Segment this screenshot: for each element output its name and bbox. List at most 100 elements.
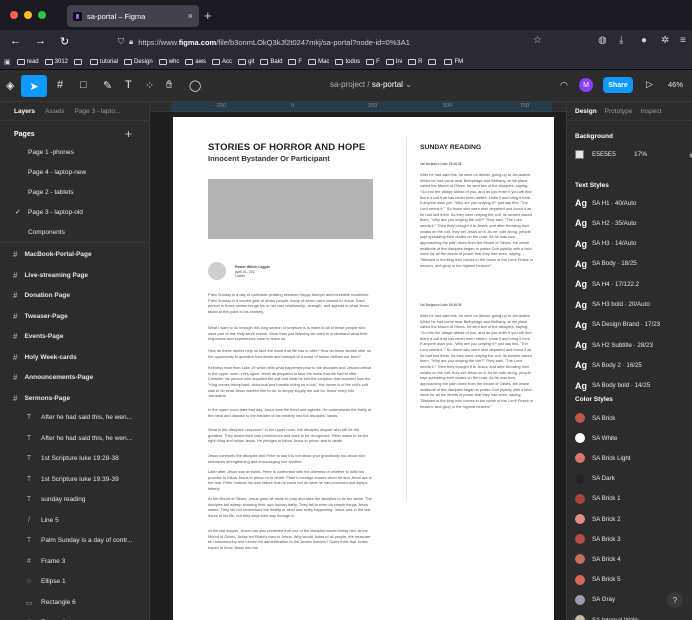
frame-tool-icon[interactable]: # [57, 79, 63, 91]
file-breadcrumb[interactable]: sa-project / sa-portal ⌄ [330, 80, 412, 89]
color-style-item[interactable]: SA Brick [575, 413, 615, 423]
bookmark-item[interactable]: git [238, 58, 254, 65]
tab-design[interactable]: Design [575, 108, 597, 115]
present-icon[interactable]: ▷ [646, 79, 653, 90]
resources-icon[interactable]: ⁘ [145, 79, 154, 92]
comment-icon[interactable]: ◯ [189, 79, 201, 92]
body-paragraph[interactable]: Kirkness read from Luke 19 which tells w… [208, 365, 373, 399]
bookmark-item[interactable]: tutorial [90, 58, 118, 65]
bookmark-item[interactable] [74, 58, 84, 65]
layer-frame[interactable]: # Sermons-Page [13, 394, 70, 403]
help-button[interactable]: ? [667, 592, 683, 608]
layer-child[interactable]: T 1st Scripture luke 19:39-39 [25, 476, 119, 483]
text-style-item[interactable]: Ag SA H4 · 17/122.2 [575, 279, 639, 289]
layer-child[interactable]: Tsunday reading [25, 496, 86, 503]
tab-page-selector[interactable]: Page 3 - lapto... [74, 108, 120, 115]
browser-tab[interactable]: sa-portal – Figma × [67, 5, 199, 27]
bookmark-item[interactable] [428, 58, 438, 65]
text-style-item[interactable]: Ag SA Body · 18/25 [575, 259, 637, 269]
color-style-item[interactable]: SA Brick 4 [575, 554, 621, 565]
scripture-reference-2[interactable]: 1st Scripture Luke 19:39-39 [420, 303, 461, 307]
account-icon[interactable]: ● [641, 35, 647, 46]
url-bar[interactable]: ⛉ 🔒︎ https://www. figma.com/file/b3onmLOk… [118, 34, 552, 50]
background-fill-row[interactable]: E5E5E5 17% ◉ [575, 150, 692, 159]
bookmark-star-icon[interactable]: ☆ [533, 35, 542, 46]
tab-inspect[interactable]: Inspect [641, 108, 662, 115]
tab-close-icon[interactable]: × [188, 11, 193, 21]
color-style-item[interactable]: SA Brick 1 [575, 493, 621, 504]
text-style-item[interactable]: Ag SA Body bold · 14/25 [575, 381, 650, 391]
color-style-item[interactable]: SA White [575, 433, 617, 444]
forward-arrow-icon[interactable]: → [35, 35, 46, 47]
doc-title[interactable]: STORIES OF HORROR AND HOPE [208, 142, 365, 153]
sermons-page-frame[interactable]: STORIES OF HORROR AND HOPE Innocent Byst… [173, 117, 554, 620]
tab-prototype[interactable]: Prototype [605, 108, 633, 115]
background-hex[interactable]: E5E5E5 [592, 151, 626, 158]
extensions-icon[interactable]: ✲ [661, 35, 669, 46]
layer-child[interactable]: T After he had said this, he wen... [25, 435, 132, 442]
layer-child[interactable]: T Palm Sunday is a day of contr... [25, 537, 133, 544]
text-style-item[interactable]: Ag SA H2 · 35/Auto [575, 218, 636, 228]
bookmark-item[interactable]: Ini [385, 58, 402, 65]
body-paragraph[interactable]: What is the disciples' response? In the … [208, 427, 373, 444]
color-style-item[interactable]: SA Internal Walls [575, 615, 639, 620]
body-paragraph[interactable]: Palm Sunday is a day of contrasts: prais… [208, 292, 373, 315]
design-canvas[interactable]: -200 0 250 500 750 STORIES OF HORROR AND… [150, 102, 566, 620]
scripture-reading-1[interactable]: After he had said this, he went on ahead… [420, 172, 533, 268]
body-paragraph[interactable]: What I want to do through this long sect… [208, 325, 373, 342]
body-paragraph[interactable]: At the Mount of Olives, Jesus goes off a… [208, 496, 373, 519]
layer-frame[interactable]: # Holy Week-cards [13, 353, 77, 362]
bookmark-item[interactable]: FM [444, 58, 463, 65]
window-maximize-button[interactable] [38, 11, 46, 19]
share-button[interactable]: Share [603, 77, 633, 93]
text-style-item[interactable]: Ag SA Design Brand · 17/23 [575, 320, 660, 330]
download-icon[interactable]: ⤓ [619, 35, 623, 46]
body-paragraph[interactable]: In the upper room later that day, Jesus … [208, 407, 373, 418]
layer-child[interactable]: / Line 5 [25, 517, 59, 524]
bookmark-item[interactable]: read [16, 58, 39, 65]
layer-frame[interactable]: # Events-Page [13, 332, 63, 341]
bookmark-item[interactable]: aws [185, 58, 206, 65]
bookmark-item[interactable]: Design [124, 58, 153, 65]
layer-frame[interactable]: # Donation Page [13, 291, 70, 300]
layer-child[interactable]: T After he had said this, he wen... [25, 414, 132, 421]
bookmark-item[interactable]: Bald [260, 58, 282, 65]
color-style-item[interactable]: SA Dark [575, 473, 615, 484]
layer-frame[interactable]: # MacBook-Portal-Page [13, 250, 92, 259]
reload-icon[interactable]: ↻ [60, 35, 69, 48]
page-item[interactable]: Page 2 - tablets [28, 189, 74, 196]
page-item[interactable]: Page 4 - laptop-new [28, 169, 86, 176]
body-paragraph[interactable]: At the last supper, Jesus had also predi… [208, 528, 373, 551]
window-minimize-button[interactable] [24, 11, 32, 19]
column-divider-line[interactable] [406, 137, 407, 501]
add-page-icon[interactable]: + [125, 127, 132, 141]
author-avatar[interactable] [208, 262, 226, 280]
hand-tool-icon[interactable]: ✋︎ [166, 79, 172, 92]
pocket-icon[interactable]: ◍ [598, 35, 607, 46]
author-info[interactable]: Pastor Which Leggin April 01, 202 Luther [235, 265, 270, 279]
bookmark-item[interactable]: 3012 [44, 58, 68, 65]
body-paragraph[interactable]: Jesus confronts the disciples and Peter … [208, 453, 373, 464]
text-style-item[interactable]: Ag SA H1 · 40/Auto [575, 198, 636, 208]
body-paragraph[interactable]: Later after Jesus was arrested, Peter is… [208, 469, 373, 492]
bookmark-item[interactable]: F [366, 58, 380, 65]
color-style-item[interactable]: SA Gray [575, 594, 615, 605]
color-style-item[interactable]: SA Brick 5 [575, 574, 621, 585]
layer-frame[interactable]: # Announcements-Page [13, 373, 93, 382]
image-placeholder[interactable] [208, 179, 373, 239]
layer-child[interactable]: # Frame 3 [25, 558, 65, 565]
bookmark-item[interactable]: todos [335, 58, 360, 65]
bookmarks-folder-icon[interactable]: ▣ [4, 58, 11, 66]
text-style-item[interactable]: Ag SA H3 bold · 20/Auto [575, 300, 650, 310]
tab-assets[interactable]: Assets [45, 108, 65, 115]
page-item[interactable]: Components [28, 229, 65, 236]
avatar[interactable]: M [579, 78, 593, 92]
bookmark-item[interactable]: whc [158, 58, 179, 65]
color-style-item[interactable]: SA Brick 3 [575, 534, 621, 545]
layer-child[interactable]: ▭ Rectangle 6 [25, 599, 76, 607]
figma-menu-icon[interactable]: ◈ [6, 79, 14, 92]
shape-tool-icon[interactable]: □ [80, 79, 87, 91]
text-style-item[interactable]: Ag SA H2 Subtitle · 28/23 [575, 340, 653, 350]
new-tab-button[interactable]: + [204, 8, 212, 23]
bookmark-item[interactable]: Acc [212, 58, 232, 65]
